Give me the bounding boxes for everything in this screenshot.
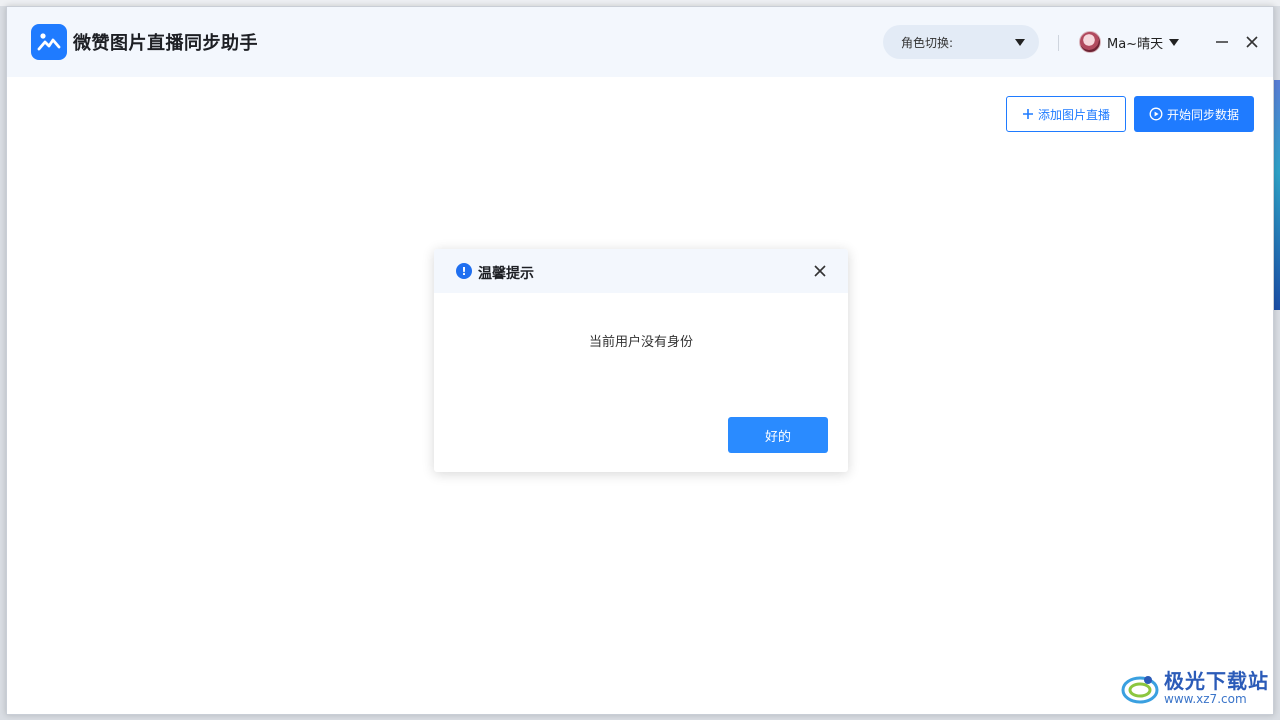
ok-button[interactable]: 好的 bbox=[728, 417, 828, 453]
dialog-title: 温馨提示 bbox=[478, 266, 534, 282]
header-divider bbox=[1058, 35, 1059, 51]
dialog-message: 当前用户没有身份 bbox=[588, 335, 693, 350]
watermark-url: www.xz7.com bbox=[1164, 692, 1247, 706]
role-switch-dropdown[interactable]: 角色切换: bbox=[883, 25, 1039, 59]
play-circle-icon bbox=[1149, 107, 1163, 121]
minimize-icon bbox=[1216, 41, 1228, 43]
watermark-title: 极光下载站 bbox=[1164, 669, 1269, 693]
exclamation-icon: ! bbox=[456, 263, 472, 279]
avatar bbox=[1079, 31, 1101, 53]
close-icon bbox=[814, 265, 826, 277]
app-logo-icon bbox=[31, 24, 67, 60]
dialog-header: ! 温馨提示 bbox=[434, 249, 848, 293]
close-icon bbox=[1246, 36, 1258, 48]
close-window-button[interactable] bbox=[1241, 31, 1263, 53]
chevron-down-icon bbox=[1169, 38, 1180, 46]
add-image-live-button[interactable]: 添加图片直播 bbox=[1006, 96, 1126, 132]
app-title: 微赞图片直播同步助手 bbox=[73, 33, 258, 54]
user-menu[interactable]: Ma~晴天 bbox=[1079, 31, 1180, 53]
alert-dialog: ! 温馨提示 当前用户没有身份 好的 bbox=[434, 249, 848, 472]
role-switch-label: 角色切换: bbox=[901, 35, 954, 50]
watermark: 极光下载站 www.xz7.com bbox=[1120, 668, 1269, 708]
minimize-button[interactable] bbox=[1211, 31, 1233, 53]
username: Ma~晴天 bbox=[1107, 36, 1164, 52]
plus-icon bbox=[1022, 109, 1033, 119]
start-sync-button[interactable]: 开始同步数据 bbox=[1134, 96, 1254, 132]
watermark-logo-icon bbox=[1121, 676, 1159, 704]
chevron-down-icon bbox=[1015, 39, 1025, 46]
dialog-close-button[interactable] bbox=[812, 263, 828, 279]
title-bar: 微赞图片直播同步助手 角色切换: Ma~晴天 bbox=[7, 7, 1273, 77]
app-window: 微赞图片直播同步助手 角色切换: Ma~晴天 添加图片直播 开始同步数据 ! 温… bbox=[6, 6, 1274, 715]
add-image-live-label: 添加图片直播 bbox=[1037, 107, 1110, 122]
start-sync-label: 开始同步数据 bbox=[1166, 107, 1239, 122]
